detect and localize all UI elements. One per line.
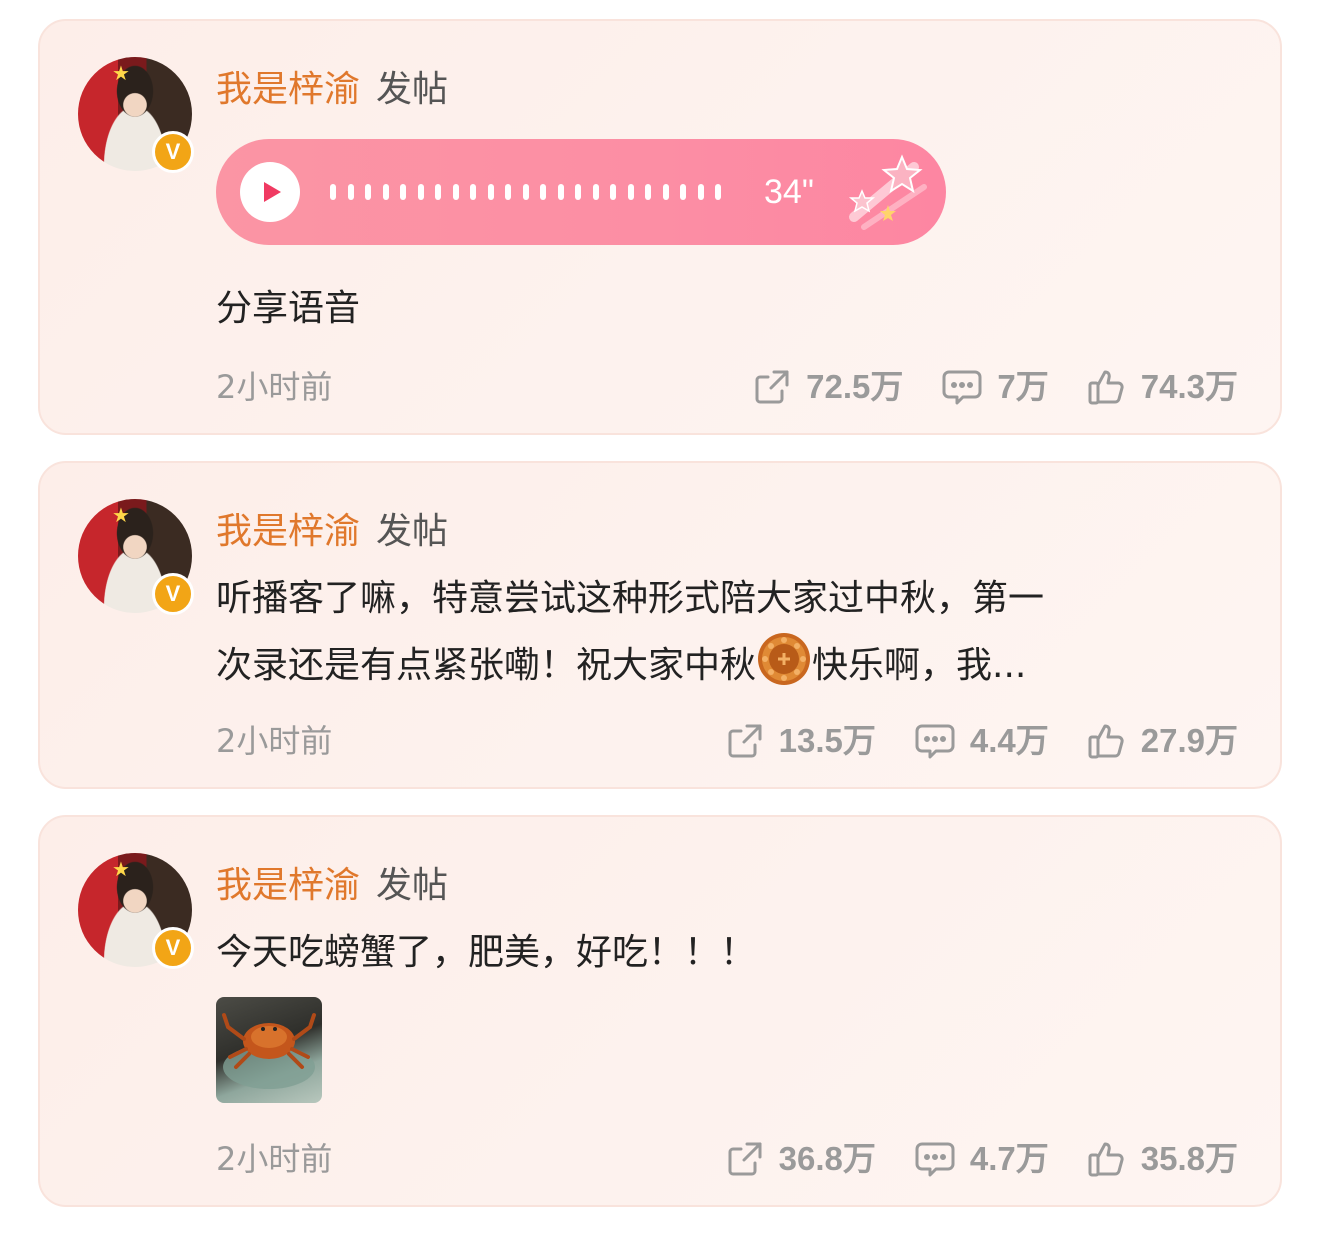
waveform-bar [645, 184, 651, 200]
waveform-bar [417, 184, 424, 200]
post-text[interactable]: 今天吃螃蟹了，肥美，好吃！！！ [216, 921, 756, 985]
verified-badge-icon: V [152, 927, 194, 969]
share-arrow-icon [755, 370, 789, 404]
author-name[interactable]: 我是梓渝 [216, 69, 360, 110]
post-stats: 36.8万 4.7万 35.8万 [687, 1139, 1238, 1179]
author-name[interactable]: 我是梓渝 [216, 511, 360, 552]
like-button[interactable]: 35.8万 [1087, 1139, 1238, 1179]
repost-button[interactable]: 13.5万 [725, 721, 876, 761]
post-text-line: 次录还是有点紧张嘞！祝大家中秋 快乐啊，我... [216, 631, 1044, 698]
waveform-bar [610, 184, 616, 200]
post-action-label: 发帖 [376, 511, 449, 552]
post-stats: 72.5万 7万 74.3万 [714, 367, 1238, 407]
waveform-bar [470, 184, 476, 200]
decorative-stars-icon [848, 154, 927, 230]
verified-badge-icon: V [152, 573, 194, 615]
thumbs-up-icon [1088, 1142, 1124, 1177]
flag-star-icon: ★ [112, 61, 130, 85]
post-card[interactable]: ★ V 我是梓渝 发帖 听播客了嘛，特意尝试这种形式陪大家过中秋，第一 次录还是有… [38, 461, 1282, 789]
like-count: 35.8万 [1140, 1140, 1238, 1177]
comment-count: 7万 [997, 368, 1049, 405]
post-action-label: 发帖 [376, 865, 449, 906]
thumbs-up-icon [1088, 370, 1124, 405]
like-button[interactable]: 27.9万 [1087, 721, 1238, 761]
waveform-bar [505, 184, 511, 200]
waveform-bar [330, 184, 336, 200]
repost-count: 13.5万 [778, 722, 876, 759]
waveform-bar [575, 184, 581, 200]
waveform-bar [592, 184, 599, 200]
repost-button[interactable]: 36.8万 [725, 1139, 876, 1179]
like-count: 27.9万 [1140, 722, 1238, 759]
waveform-bar [487, 184, 494, 200]
waveform-bar [400, 184, 406, 200]
comment-count: 4.4万 [969, 722, 1049, 759]
share-arrow-icon [728, 724, 762, 758]
crab-image [222, 1013, 316, 1089]
post-card[interactable]: ★ V 我是梓渝 发帖 34" 分享语音 2小时前 72.5万 7万 74.3万 [38, 19, 1282, 435]
waveform-bar [452, 184, 459, 200]
post-text: 分享语音 [216, 288, 361, 329]
post-header: 我是梓渝 发帖 [216, 68, 448, 112]
author-name[interactable]: 我是梓渝 [216, 865, 360, 906]
waveform-bar [540, 184, 546, 200]
waveform-bar [522, 184, 529, 200]
verified-badge-icon: V [152, 131, 194, 173]
waveform-bar [347, 184, 354, 200]
crab-photo-thumbnail[interactable] [216, 997, 322, 1103]
like-button[interactable]: 74.3万 [1087, 367, 1238, 407]
waveform-bar [365, 184, 371, 200]
thumbs-up-icon [1088, 724, 1124, 759]
post-header: 我是梓渝 发帖 [216, 510, 448, 554]
post-text-segment: 次录还是有点紧张嘞！祝大家中秋 [216, 645, 757, 686]
share-arrow-icon [728, 1142, 762, 1176]
post-action-label: 发帖 [376, 69, 449, 110]
mooncake-emoji-icon [758, 633, 811, 685]
post-time: 2小时前 [216, 722, 333, 760]
flag-star-icon: ★ [112, 857, 130, 881]
comment-button[interactable]: 7万 [941, 367, 1049, 407]
play-button[interactable] [240, 162, 300, 222]
waveform-bar [697, 184, 704, 200]
voice-message-player[interactable]: 34" [216, 139, 946, 245]
post-time: 2小时前 [216, 1140, 333, 1178]
comment-button[interactable]: 4.4万 [914, 721, 1049, 761]
post-header: 我是梓渝 发帖 [216, 864, 448, 908]
waveform-bar [382, 184, 389, 200]
waveform-bar [557, 184, 564, 200]
waveform-bar [662, 184, 669, 200]
repost-count: 72.5万 [806, 368, 904, 405]
waveform-bar [715, 184, 721, 200]
post-stats: 13.5万 4.4万 27.9万 [687, 721, 1238, 761]
waveform-bar [435, 184, 441, 200]
comment-bubble-icon [915, 724, 955, 759]
post-card[interactable]: ★ V 我是梓渝 发帖 今天吃螃蟹了，肥美，好吃！！！ 2小时前 36.8万 4.… [38, 815, 1282, 1207]
waveform-bar [627, 184, 634, 200]
flag-star-icon: ★ [112, 503, 130, 527]
post-text[interactable]: 听播客了嘛，特意尝试这种形式陪大家过中秋，第一 次录还是有点紧张嘞！祝大家中秋 快… [216, 567, 1044, 698]
post-time: 2小时前 [216, 368, 333, 406]
comment-button[interactable]: 4.7万 [914, 1139, 1049, 1179]
waveform-icon [330, 184, 721, 200]
comment-count: 4.7万 [969, 1140, 1049, 1177]
post-text-line: 听播客了嘛，特意尝试这种形式陪大家过中秋，第一 [216, 578, 1045, 619]
waveform-bar [680, 184, 686, 200]
comment-bubble-icon [915, 1142, 955, 1177]
repost-button[interactable]: 72.5万 [752, 367, 903, 407]
comment-bubble-icon [942, 370, 982, 405]
repost-count: 36.8万 [778, 1140, 876, 1177]
post-text-segment: 快乐啊，我... [812, 645, 1027, 686]
like-count: 74.3万 [1140, 368, 1238, 405]
voice-duration: 34" [764, 173, 814, 211]
